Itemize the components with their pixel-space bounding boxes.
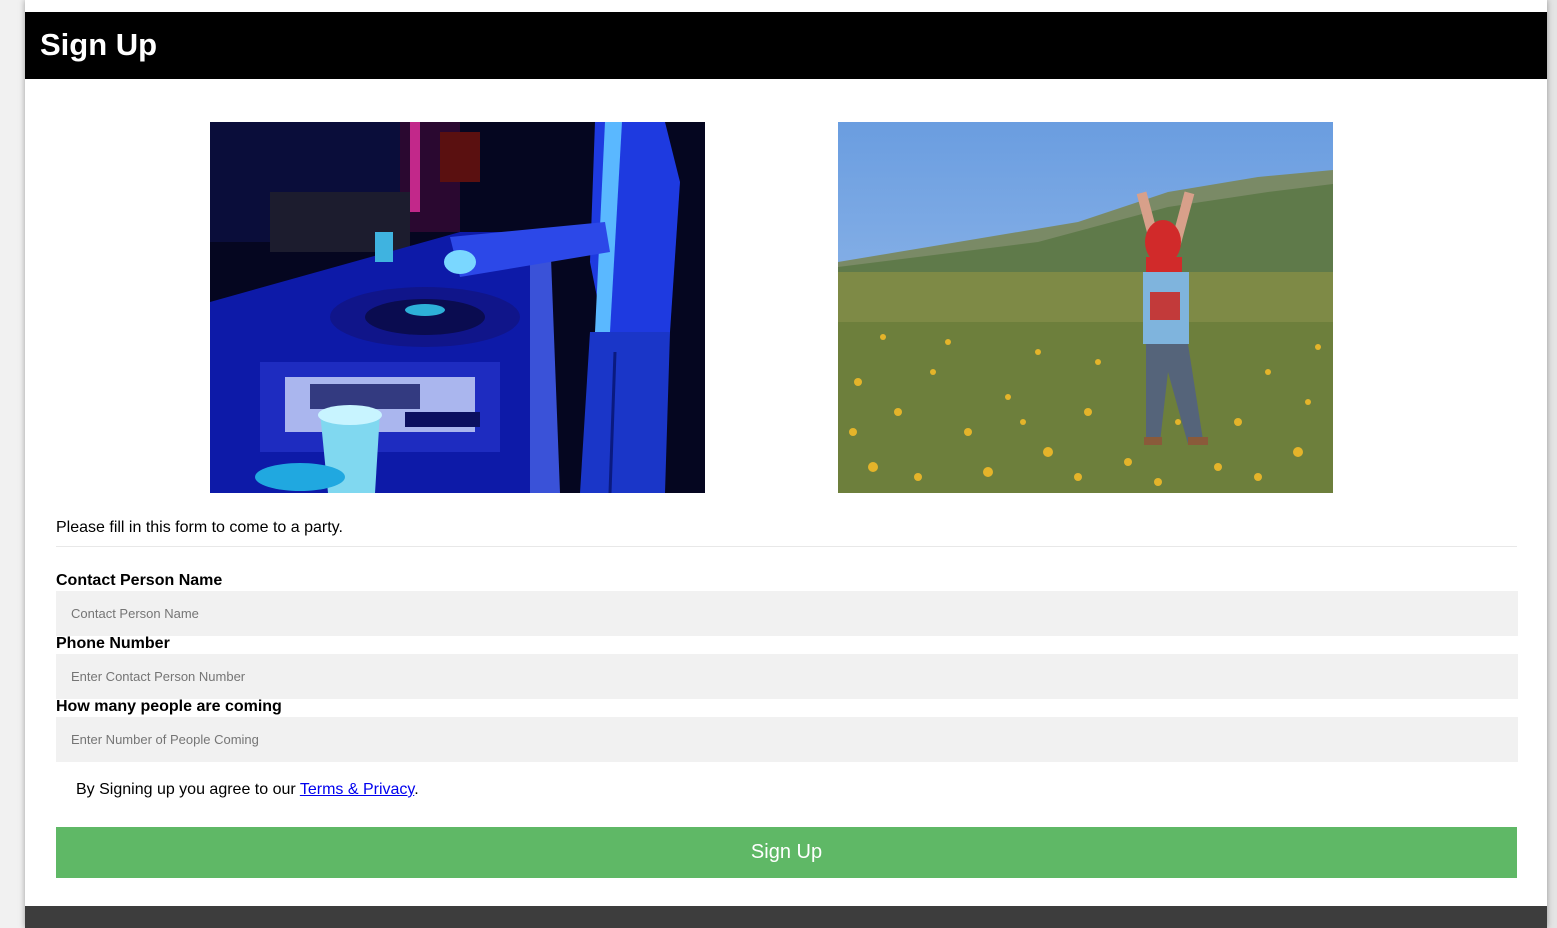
terms-suffix: . xyxy=(414,781,419,798)
field-photo-graphic xyxy=(838,122,1333,493)
contact-name-label: Contact Person Name xyxy=(56,572,223,589)
dj-photo-graphic xyxy=(210,122,705,493)
signup-button[interactable]: Sign Up xyxy=(56,827,1517,878)
phone-number-label: Phone Number xyxy=(56,635,170,652)
contact-name-input[interactable] xyxy=(56,591,1518,636)
child-in-flower-field-photo xyxy=(838,122,1333,493)
terms-notice: By Signing up you agree to our Terms & P… xyxy=(76,781,419,799)
window-edge xyxy=(1547,0,1557,928)
dj-turntables-photo xyxy=(210,122,705,493)
page-footer xyxy=(25,906,1547,928)
page-container: Sign Up Please fill in this form to come… xyxy=(25,0,1547,928)
divider xyxy=(56,546,1517,547)
page-header: Sign Up xyxy=(25,12,1547,79)
people-count-input[interactable] xyxy=(56,717,1518,762)
page-title: Sign Up xyxy=(40,27,158,62)
people-count-label: How many people are coming xyxy=(56,698,282,715)
terms-prefix: By Signing up you agree to our xyxy=(76,781,300,798)
terms-privacy-link[interactable]: Terms & Privacy xyxy=(300,781,414,798)
phone-number-input[interactable] xyxy=(56,654,1518,699)
form-intro: Please fill in this form to come to a pa… xyxy=(56,519,343,536)
